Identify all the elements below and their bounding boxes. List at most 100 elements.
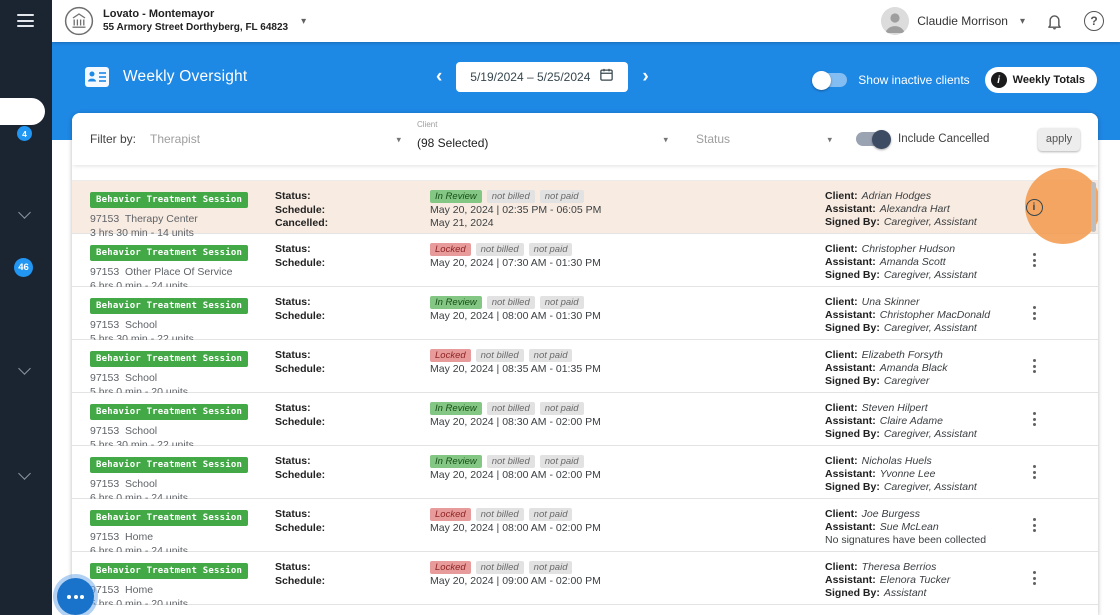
next-week-button[interactable]: › [642, 62, 648, 92]
client-label: Client: [825, 508, 858, 520]
user-menu[interactable]: Claudie Morrison ▾ [881, 7, 1025, 35]
chevron-down-icon: ▾ [396, 134, 401, 145]
status-label: Status: [275, 243, 311, 255]
client-name: Christopher Hudson [861, 243, 956, 255]
service-code-location: 97153 Home [90, 584, 154, 596]
client-name: Adrian Hodges [861, 190, 932, 202]
filter-by-label: Filter by: [90, 132, 137, 146]
chevron-down-icon: ▾ [301, 15, 307, 27]
row-menu-kebab-icon[interactable] [1029, 302, 1040, 324]
status-select[interactable]: Status ▾ [696, 113, 836, 165]
client-select-value: (98 Selected) [417, 135, 489, 150]
chevron-down-icon[interactable] [18, 206, 31, 219]
status-badge: Locked [430, 561, 471, 575]
session-row: Behavior Treatment Session 97153 School … [72, 393, 1098, 451]
assistant-name: Alexandra Hart [879, 203, 950, 215]
info-icon[interactable]: i [1025, 198, 1043, 216]
hamburger-menu-icon[interactable] [17, 14, 34, 31]
service-type-badge: Behavior Treatment Session [90, 192, 249, 208]
billing-status-badge: not billed [486, 296, 535, 310]
date-range-value: 5/19/2024 – 5/25/2024 [470, 70, 591, 84]
show-inactive-clients-toggle[interactable] [812, 70, 848, 90]
schedule-label: Schedule: [275, 309, 326, 322]
session-row: Behavior Treatment Session 97153 School … [72, 287, 1098, 345]
service-type-badge: Behavior Treatment Session [90, 298, 249, 314]
page-title: Weekly Oversight [123, 68, 248, 85]
therapist-select[interactable]: Therapist ▾ [150, 113, 405, 165]
assistant-label: Assistant: [825, 203, 876, 215]
assistant-name: Christopher MacDonald [879, 309, 991, 321]
notifications-bell-icon[interactable] [1045, 12, 1064, 31]
client-label: Client: [825, 243, 858, 255]
weekly-totals-button[interactable]: i Weekly Totals [984, 67, 1097, 93]
signed-by-label: Signed By: [825, 322, 880, 334]
assistant-name: Amanda Black [879, 362, 948, 374]
apply-button[interactable]: apply [1038, 127, 1080, 151]
payment-status-badge: not paid [528, 243, 573, 257]
client-name: Una Skinner [861, 296, 920, 308]
chat-fab-button[interactable] [57, 578, 94, 615]
signed-by-value: Caregiver, Assistant [883, 322, 977, 334]
billing-status-badge: not billed [475, 243, 524, 257]
schedule-label: Schedule: [275, 574, 326, 587]
client-select[interactable]: Client (98 Selected) ▾ [417, 113, 672, 165]
service-type-badge: Behavior Treatment Session [90, 563, 249, 579]
row-menu-kebab-icon[interactable] [1029, 567, 1040, 589]
status-badge: In Review [430, 296, 482, 310]
client-name: Joe Burgess [861, 508, 921, 520]
status-label: Status: [275, 296, 311, 308]
chevron-down-icon[interactable] [18, 467, 31, 480]
assistant-label: Assistant: [825, 521, 876, 533]
assistant-label: Assistant: [825, 362, 876, 374]
include-cancelled-toggle[interactable] [856, 129, 891, 149]
row-menu-kebab-icon[interactable] [1029, 355, 1040, 377]
calendar-icon [599, 67, 614, 87]
payment-status-badge: not paid [539, 455, 584, 469]
no-signatures-note: No signatures have been collected [825, 534, 987, 546]
schedule-datetime: May 20, 2024 | 08:35 AM - 01:35 PM [430, 362, 601, 375]
assistant-label: Assistant: [825, 415, 876, 427]
scrollbar-thumb[interactable] [1091, 182, 1096, 232]
row-menu-kebab-icon[interactable] [1029, 514, 1040, 536]
info-icon: i [990, 72, 1007, 88]
date-range-picker[interactable]: 5/19/2024 – 5/25/2024 [456, 62, 629, 92]
schedule-label: Schedule: [275, 468, 326, 481]
row-menu-kebab-icon[interactable] [1029, 408, 1040, 430]
topbar-actions: Claudie Morrison ▾ ? [881, 7, 1104, 35]
help-icon[interactable]: ? [1084, 11, 1104, 31]
service-code-location: 97153 Home [90, 531, 154, 543]
billing-status-badge: not billed [486, 455, 535, 469]
billing-status-badge: not billed [486, 190, 535, 204]
signed-by-value: Caregiver, Assistant [883, 216, 977, 228]
status-placeholder: Status [696, 132, 731, 146]
signed-by-value: Assistant [883, 587, 927, 599]
organization-selector[interactable]: Lovato - Montemayor 55 Armory Street Dor… [64, 6, 306, 36]
schedule-label: Schedule: [275, 362, 326, 375]
therapist-placeholder: Therapist [150, 132, 201, 146]
status-badge: Locked [430, 243, 471, 257]
row-menu-kebab-icon[interactable] [1029, 249, 1040, 271]
signed-by-label: Signed By: [825, 428, 880, 440]
left-sidebar: 4 46 [0, 0, 52, 615]
status-label: Status: [275, 402, 311, 414]
sidebar-active-item[interactable] [0, 98, 45, 125]
assistant-label: Assistant: [825, 309, 876, 321]
schedule-label: Schedule: [275, 256, 326, 269]
session-row: Behavior Treatment Session 97153 Other P… [72, 234, 1098, 292]
status-label: Status: [275, 508, 311, 520]
service-code-location: 97153 School [90, 372, 158, 384]
billing-status-badge: not billed [486, 402, 535, 416]
previous-week-button[interactable]: ‹ [436, 62, 442, 92]
row-menu-kebab-icon[interactable] [1029, 461, 1040, 483]
assistant-name: Elenora Tucker [879, 574, 951, 586]
session-list: Behavior Treatment Session 97153 Therapy… [72, 168, 1098, 615]
user-name: Claudie Morrison [917, 14, 1008, 28]
service-type-badge: Behavior Treatment Session [90, 351, 249, 367]
org-logo-icon [64, 6, 94, 36]
client-label: Client: [825, 455, 858, 467]
chevron-down-icon[interactable] [18, 362, 31, 375]
oversight-card: Filter by: Therapist ▾ Client (98 Select… [72, 113, 1098, 615]
weekly-oversight-icon [83, 63, 111, 91]
assistant-name: Sue McLean [879, 521, 939, 533]
assistant-name: Amanda Scott [879, 256, 946, 268]
